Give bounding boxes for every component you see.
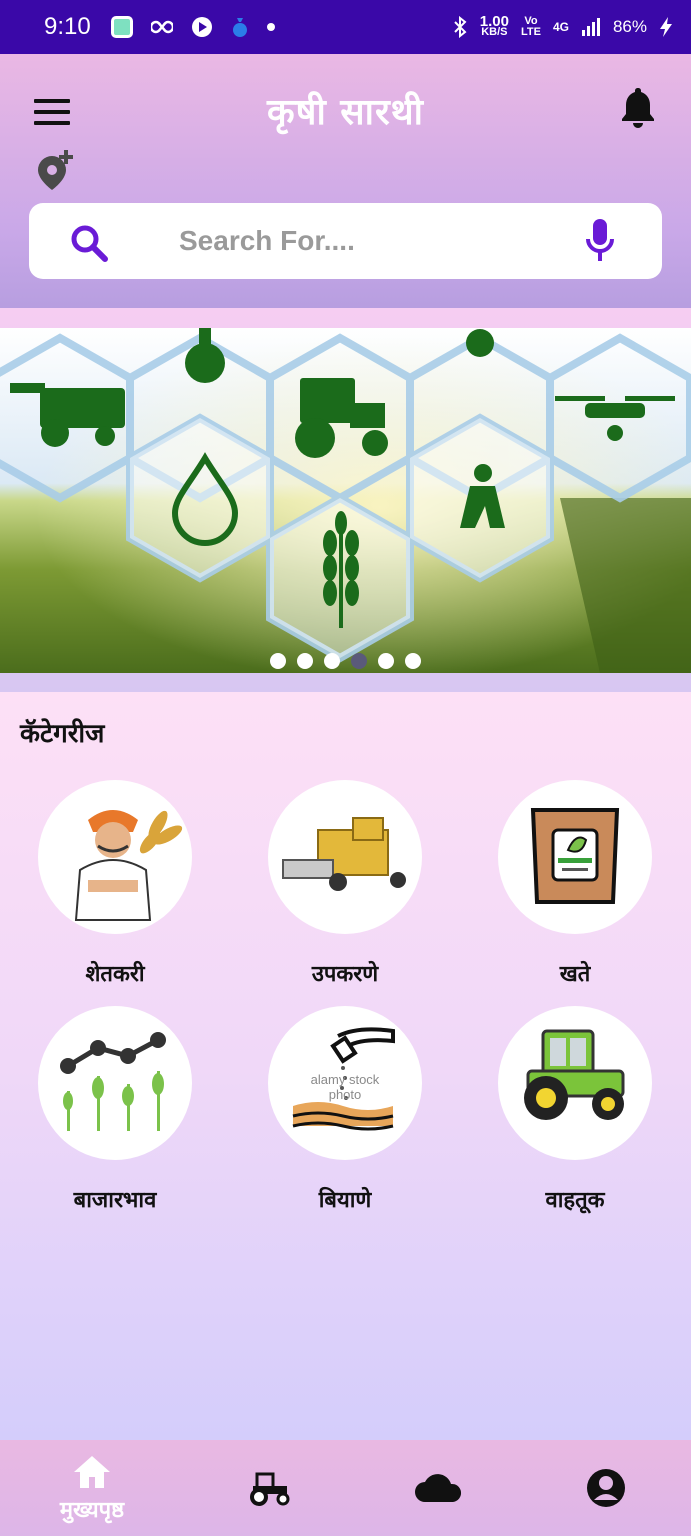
carousel-dot[interactable] xyxy=(378,653,394,669)
category-label: उपकरणे xyxy=(311,962,379,987)
category-label: वाहतूक xyxy=(545,1188,605,1213)
harvester-icon xyxy=(282,817,406,891)
bluetooth-icon xyxy=(454,16,467,38)
carousel-dot[interactable] xyxy=(297,653,313,669)
nav-equipment[interactable] xyxy=(240,1440,300,1536)
account-icon xyxy=(587,1469,625,1507)
app-header: कृषी सारथी xyxy=(0,54,691,308)
notification-icons xyxy=(110,16,275,38)
category-circle[interactable] xyxy=(38,780,192,934)
tractor-icon xyxy=(524,1029,625,1120)
category-circle[interactable] xyxy=(498,1006,652,1160)
dot-icon xyxy=(266,23,275,31)
category-circle[interactable]: alamy stock photo xyxy=(268,1006,422,1160)
category-circle[interactable] xyxy=(38,1006,192,1160)
nav-label: मुख्यपृष्ठ xyxy=(59,1498,125,1523)
carousel-dot[interactable] xyxy=(270,653,286,669)
nav-home[interactable]: मुख्यपृष्ठ xyxy=(40,1440,144,1536)
network-type: 4G xyxy=(552,20,569,34)
microphone-icon[interactable] xyxy=(585,217,615,265)
system-status: 1.00 KB/S Vo LTE 4G 86% xyxy=(452,14,673,38)
categories-section: कॅटेगरीज शेतकरी उपकरणे खते बाजारभाव alam… xyxy=(0,692,691,1440)
bag-icon xyxy=(232,18,247,37)
category-market-price[interactable]: बाजारभाव xyxy=(15,1006,215,1214)
status-bar: 9:10 1.00 KB/S Vo LTE 4G 86% xyxy=(0,0,691,54)
signal-icon xyxy=(581,18,600,36)
infinity-icon xyxy=(150,20,173,34)
category-label: बियाणे xyxy=(318,1188,372,1213)
nav-profile[interactable] xyxy=(584,1440,628,1536)
tractor-icon xyxy=(250,1472,290,1506)
network-speed: 1.00 KB/S xyxy=(480,14,509,38)
category-farmer[interactable]: शेतकरी xyxy=(15,780,215,988)
categories-heading: कॅटेगरीज xyxy=(20,719,105,749)
carousel-dot[interactable] xyxy=(324,653,340,669)
bottom-navigation: मुख्यपृष्ठ xyxy=(0,1440,691,1536)
banner-section xyxy=(0,308,691,692)
carousel-indicators xyxy=(0,653,691,669)
add-location-icon[interactable] xyxy=(34,148,76,192)
category-seeds[interactable]: alamy stock photo बियाणे xyxy=(245,1006,445,1214)
home-icon xyxy=(74,1456,110,1488)
play-icon xyxy=(191,17,212,37)
agri-tech-banner-image xyxy=(0,328,691,673)
category-label: बाजारभाव xyxy=(73,1188,157,1213)
market-price-icon xyxy=(60,1032,166,1131)
nav-weather[interactable] xyxy=(410,1440,466,1536)
search-bar[interactable] xyxy=(29,203,662,279)
carousel-dot-active[interactable] xyxy=(351,653,367,669)
charging-icon xyxy=(660,17,672,37)
notification-bell-icon[interactable] xyxy=(618,86,658,128)
cloud-icon xyxy=(415,1474,462,1502)
search-input[interactable] xyxy=(179,217,559,265)
seeds-watermark: alamy stock photo xyxy=(310,1072,380,1102)
category-equipment[interactable]: उपकरणे xyxy=(245,780,445,988)
category-circle[interactable] xyxy=(268,780,422,934)
category-fertilizer[interactable]: खते xyxy=(475,780,675,988)
status-time: 9:10 xyxy=(44,13,91,40)
banner-carousel[interactable] xyxy=(0,328,691,673)
speed-unit: KB/S xyxy=(481,26,508,38)
carousel-dot[interactable] xyxy=(405,653,421,669)
app-title: कृषी सारथी xyxy=(266,92,425,133)
category-label: शेतकरी xyxy=(85,962,145,987)
category-circle[interactable] xyxy=(498,780,652,934)
search-icon[interactable] xyxy=(69,223,109,263)
volte-indicator: Vo LTE xyxy=(521,16,541,38)
fertilizer-bag-icon xyxy=(530,808,620,904)
farmer-icon xyxy=(74,810,183,921)
category-label: खते xyxy=(559,962,591,987)
category-transport[interactable]: वाहतूक xyxy=(475,1006,675,1214)
app-notification-icon xyxy=(110,16,133,38)
volte-bottom: LTE xyxy=(520,26,541,38)
battery-level: 86% xyxy=(612,17,647,36)
